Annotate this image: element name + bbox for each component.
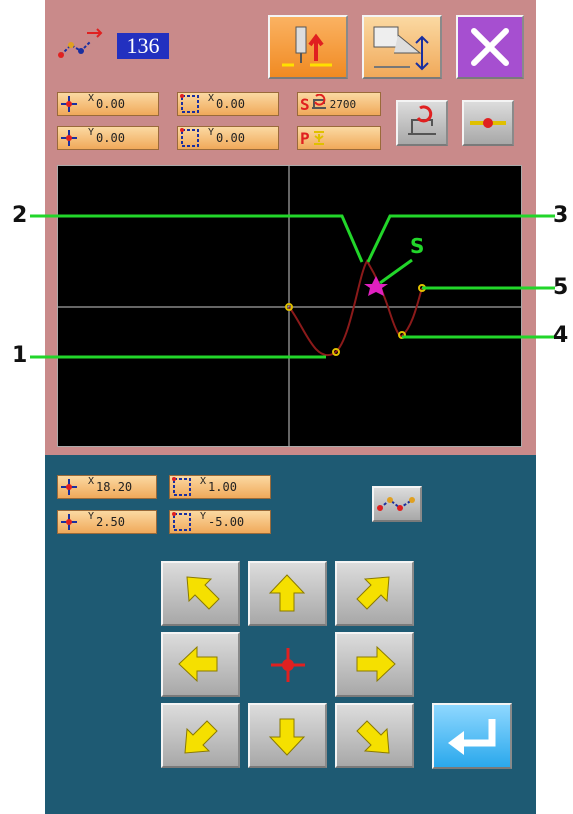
origin-x-value: 0.00 [96,97,125,111]
scale-y-label: Y [200,510,207,522]
move-cross-icon [58,476,88,498]
move-cross-icon [58,127,88,149]
size-y-value: 0.00 [216,131,245,145]
callout-4: 4 [553,323,569,348]
thread-trim-icon [408,105,436,135]
size-frame-icon [170,476,200,498]
stitch-count-display: 136 [57,25,171,67]
origin-y-field[interactable]: Y 0.00 [57,126,159,150]
arrow-up-icon [268,574,306,612]
enter-button[interactable] [432,703,512,769]
arrow-down-icon [268,718,306,756]
scale-x-label: X [200,475,207,487]
arrow-down-right-icon [356,720,390,754]
size-x-value: 0.00 [216,97,245,111]
size-frame-icon [178,127,208,149]
pause-label: P [300,128,310,148]
size-x-field[interactable]: X 0.00 [177,92,279,116]
speed-value: 2700 [329,97,357,111]
scale-y-field[interactable]: Y -5.00 [169,510,271,534]
callout-3: 3 [553,203,569,228]
origin-x-label: X [88,92,95,104]
arrow-up-left-icon [186,576,220,610]
speed-machine-icon [310,93,328,114]
enter-icon [448,719,496,755]
pattern-stitch-line [288,259,423,357]
move-down-left-button[interactable] [161,703,240,768]
move-up-right-button[interactable] [335,561,414,626]
stitch-count-value: 136 [117,33,169,59]
presser-foot-icon [373,26,429,71]
close-icon [471,28,509,66]
callout-s: S [410,234,425,258]
pause-field[interactable]: P [297,126,381,150]
size-y-label: Y [208,126,215,138]
pause-icon [310,128,328,148]
close-button[interactable] [456,15,524,79]
move-right-button[interactable] [335,632,414,697]
move-y-label: Y [88,510,95,522]
origin-x-field[interactable]: X 0.00 [57,92,159,116]
move-x-label: X [88,475,95,487]
arrow-up-right-icon [356,576,390,610]
center-origin-button[interactable] [248,632,327,697]
stitch-mode-button[interactable] [372,486,422,522]
size-y-field[interactable]: Y 0.00 [177,126,279,150]
callout-5: 5 [553,275,569,300]
current-point-marker [364,276,388,296]
arrow-right-icon [356,645,396,683]
thread-trim-button[interactable] [396,100,448,146]
move-cross-icon [58,93,88,115]
stitch-zigzag-icon [377,497,415,511]
scale-x-field[interactable]: X 1.00 [169,475,271,499]
move-x-value: 18.20 [96,480,133,494]
arrow-left-icon [178,645,218,683]
move-down-button[interactable] [248,703,327,768]
scale-x-value: 1.00 [208,480,237,494]
move-up-button[interactable] [248,561,327,626]
needle-up-button[interactable] [268,15,348,79]
size-x-label: X [208,92,215,104]
move-up-left-button[interactable] [161,561,240,626]
scale-y-value: -5.00 [208,515,245,529]
presser-foot-button[interactable] [362,15,442,79]
callout-2: 2 [12,203,28,228]
callout-1: 1 [12,343,28,368]
size-frame-icon [170,511,200,533]
move-left-button[interactable] [161,632,240,697]
pattern-canvas[interactable] [57,165,522,447]
origin-y-value: 0.00 [96,131,125,145]
crosshair-icon [271,648,305,682]
stitch-pattern-icon [58,28,103,58]
speed-field[interactable]: S 2700 [297,92,381,116]
move-y-field[interactable]: Y 2.50 [57,510,157,534]
move-cross-icon [58,511,88,533]
arrow-down-left-icon [184,720,218,754]
move-x-field[interactable]: X 18.20 [57,475,157,499]
move-y-value: 2.50 [96,515,125,529]
point-line-icon [470,118,506,128]
point-insert-button[interactable] [462,100,514,146]
size-frame-icon [178,93,208,115]
speed-label: S [300,94,310,114]
needle-up-icon [282,26,332,67]
origin-y-label: Y [88,126,95,138]
move-down-right-button[interactable] [335,703,414,768]
